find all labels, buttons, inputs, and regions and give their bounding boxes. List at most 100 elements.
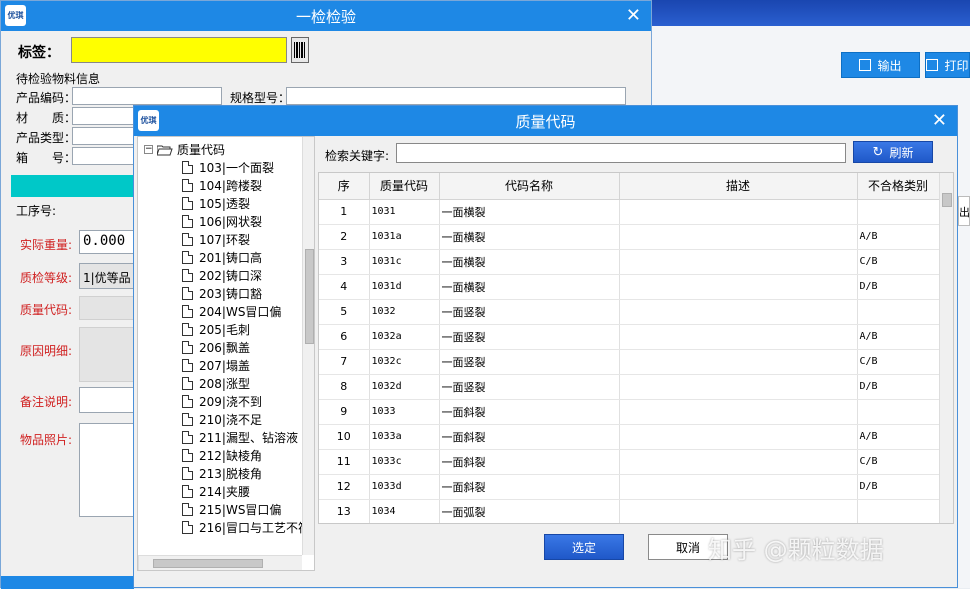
table-cell [619, 224, 858, 250]
tree-item[interactable]: 214|夹腰 [182, 483, 250, 500]
tree-horizontal-scrollbar[interactable] [138, 555, 302, 570]
tree-scroll-thumb[interactable] [305, 249, 314, 344]
tree-item-label: 107|环裂 [199, 233, 250, 247]
tree-item[interactable]: 104|跨楼裂 [182, 177, 262, 194]
tree-item[interactable]: 216|冒口与工艺不符 [182, 519, 310, 536]
remark-label: 备注说明: [20, 395, 73, 409]
table-cell: 一面横裂 [439, 249, 620, 275]
tree-item-label: 103|一个面裂 [199, 161, 274, 175]
column-header[interactable]: 序 [319, 173, 370, 200]
tree-item[interactable]: 202|铸口深 [182, 267, 262, 284]
tree-item[interactable]: 201|铸口高 [182, 249, 262, 266]
product-code-field[interactable] [72, 87, 222, 105]
tree-item[interactable]: 206|飘盖 [182, 339, 250, 356]
table-cell: 一面横裂 [439, 274, 620, 300]
document-icon [182, 485, 193, 498]
table-cell: 一面斜裂 [439, 474, 620, 500]
table-row[interactable]: 8 1032d 一面竖裂 D/B [319, 374, 940, 400]
quality-code-grid: 序质量代码 代码名称 描述 不合格类别 1 1031 一面横裂 2 1031a 一面横裂 A/B 3… [318, 172, 954, 524]
document-icon [182, 161, 193, 174]
tree-item[interactable]: 105|透裂 [182, 195, 250, 212]
tree-item[interactable]: 210|浇不足 [182, 411, 262, 428]
column-header[interactable]: 代码名称 [439, 173, 620, 200]
table-cell: 1033d [369, 474, 440, 500]
table-row[interactable]: 11 1033c 一面斜裂 C/B [319, 449, 940, 475]
tree-hscroll-thumb[interactable] [153, 559, 263, 568]
table-cell [857, 299, 940, 325]
quality-code-field[interactable] [79, 296, 135, 320]
spec-field[interactable] [286, 87, 626, 105]
photo-box[interactable] [79, 423, 135, 517]
box-field[interactable] [72, 147, 134, 165]
quality-code-label: 质量代码: [20, 303, 73, 317]
tree-item[interactable]: 203|铸口豁 [182, 285, 262, 302]
table-row[interactable]: 10 1033a 一面斜裂 A/B [319, 424, 940, 450]
tree-vertical-scrollbar[interactable] [302, 137, 314, 555]
tree-root[interactable]: − 质量代码 [144, 141, 225, 158]
tree-item[interactable]: 212|缺棱角 [182, 447, 262, 464]
reason-field[interactable] [79, 327, 135, 382]
tree-item[interactable]: 106|网状裂 [182, 213, 262, 230]
close-icon[interactable]: ✕ [932, 110, 947, 131]
tree-item[interactable]: 103|一个面裂 [182, 159, 274, 176]
table-cell [619, 349, 858, 375]
search-label: 检索关键字: [325, 149, 390, 163]
table-row[interactable]: 4 1031d 一面横裂 D/B [319, 274, 940, 300]
table-row[interactable]: 13 1034 一面弧裂 [319, 499, 940, 523]
app-logo: 优琪 [138, 110, 159, 131]
weight-field[interactable]: 0.000 [79, 230, 135, 254]
table-cell: 一面斜裂 [439, 399, 620, 425]
table-row[interactable]: 9 1033 一面斜裂 [319, 399, 940, 425]
table-cell [619, 274, 858, 300]
table-row[interactable]: 7 1032c 一面竖裂 C/B [319, 349, 940, 375]
table-cell: 一面竖裂 [439, 349, 620, 375]
tree-item[interactable]: 204|WS冒口偏 [182, 303, 281, 320]
search-input[interactable] [396, 143, 846, 163]
table-cell: 12 [319, 474, 370, 500]
tag-input[interactable] [71, 37, 287, 63]
column-header[interactable]: 不合格类别 [857, 173, 940, 200]
document-icon [182, 521, 193, 534]
column-header[interactable]: 质量代码 [369, 173, 440, 200]
product-type-field[interactable] [72, 127, 134, 145]
table-cell: 一面斜裂 [439, 449, 620, 475]
tree-item[interactable]: 215|WS冒口偏 [182, 501, 281, 518]
grid-vertical-scrollbar[interactable] [939, 173, 953, 523]
collapse-icon[interactable]: − [144, 145, 153, 154]
column-header[interactable]: 描述 [619, 173, 858, 200]
table-row[interactable]: 6 1032a 一面竖裂 A/B [319, 324, 940, 350]
export-button[interactable]: 输出 [841, 52, 920, 78]
product-code-label: 产品编码： [16, 91, 77, 105]
table-cell: D/B [857, 274, 940, 300]
material-field[interactable] [72, 107, 134, 125]
refresh-icon: ↻ [872, 144, 884, 160]
table-row[interactable]: 2 1031a 一面横裂 A/B [319, 224, 940, 250]
watermark: 知乎 @颗粒数据 [708, 536, 884, 564]
table-cell [619, 399, 858, 425]
table-row[interactable]: 1 1031 一面横裂 [319, 199, 940, 225]
tree-item[interactable]: 205|毛刺 [182, 321, 250, 338]
table-cell [619, 474, 858, 500]
table-row[interactable]: 3 1031c 一面横裂 C/B [319, 249, 940, 275]
refresh-button[interactable]: ↻ 刷新 [853, 141, 933, 163]
table-cell: 2 [319, 224, 370, 250]
grid-scroll-thumb[interactable] [942, 193, 952, 207]
print-button[interactable]: 打印 [925, 52, 970, 78]
table-row[interactable]: 12 1033d 一面斜裂 D/B [319, 474, 940, 500]
barcode-button[interactable] [291, 37, 309, 63]
tree-item[interactable]: 209|浇不到 [182, 393, 262, 410]
table-cell: 1031c [369, 249, 440, 275]
select-button[interactable]: 选定 [544, 534, 624, 560]
grade-select[interactable]: 1|优等品 [79, 263, 135, 289]
tree-item[interactable]: 208|涨型 [182, 375, 250, 392]
table-row[interactable]: 5 1032 一面竖裂 [319, 299, 940, 325]
tree-item-label: 210|浇不足 [199, 413, 262, 427]
remark-field[interactable] [79, 387, 135, 413]
inspection-dialog-titlebar: 优琪 一检检验 ✕ [1, 1, 651, 31]
close-icon[interactable]: ✕ [626, 5, 641, 26]
tree-item[interactable]: 211|漏型、钻溶液 [182, 429, 298, 446]
background-side-button[interactable]: 出 [958, 196, 970, 226]
tree-item[interactable]: 213|脱棱角 [182, 465, 262, 482]
tree-item[interactable]: 107|环裂 [182, 231, 250, 248]
tree-item[interactable]: 207|塌盖 [182, 357, 250, 374]
